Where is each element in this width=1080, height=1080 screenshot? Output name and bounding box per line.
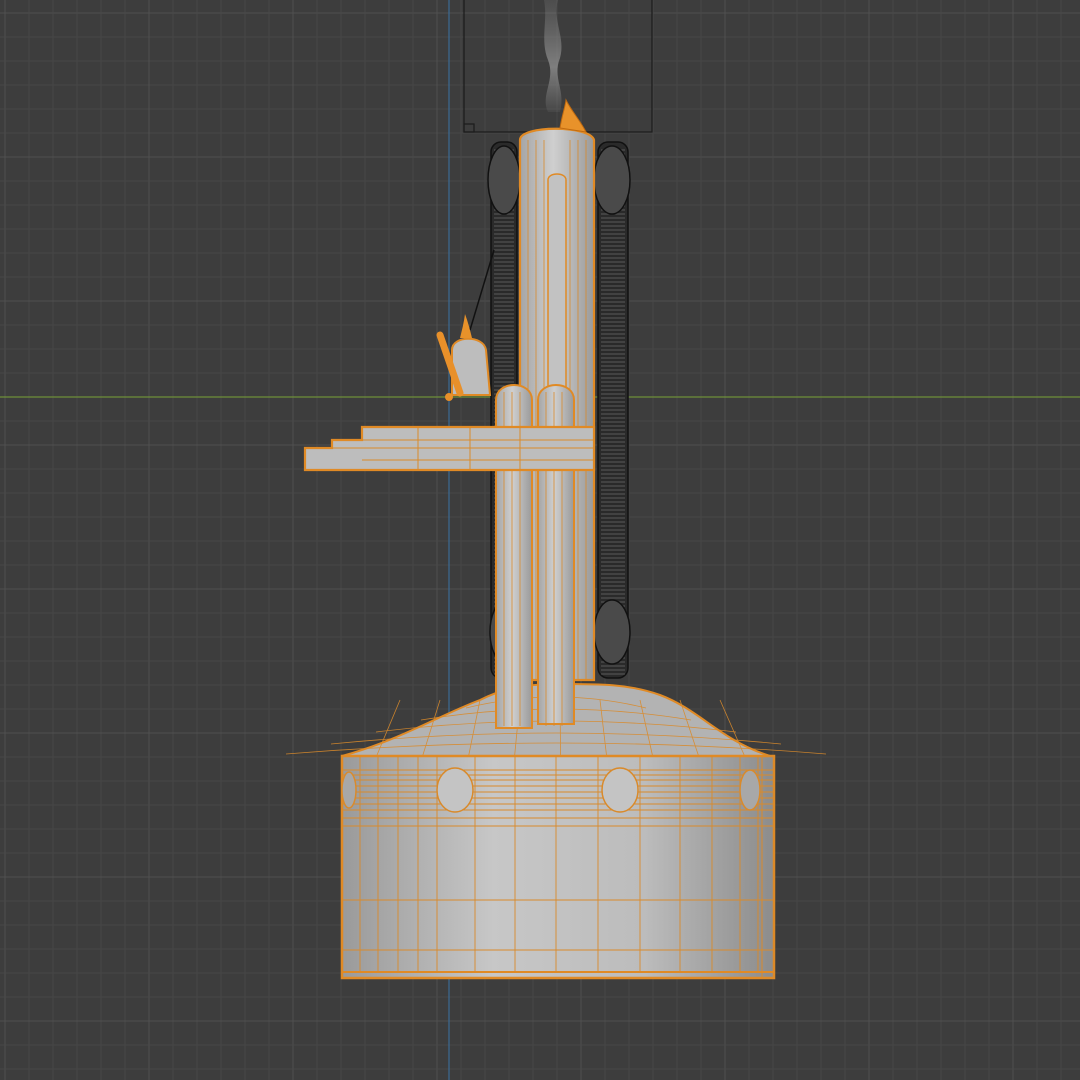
viewport-canvas[interactable]	[0, 0, 1080, 1080]
smoke-plume[interactable]	[544, 0, 562, 112]
camera-frame[interactable]	[463, 0, 653, 133]
platform-slab[interactable]	[303, 425, 596, 472]
base-cylinder[interactable]	[340, 754, 776, 980]
lever-figure[interactable]	[436, 314, 492, 401]
3d-viewport[interactable]	[0, 0, 1080, 1080]
